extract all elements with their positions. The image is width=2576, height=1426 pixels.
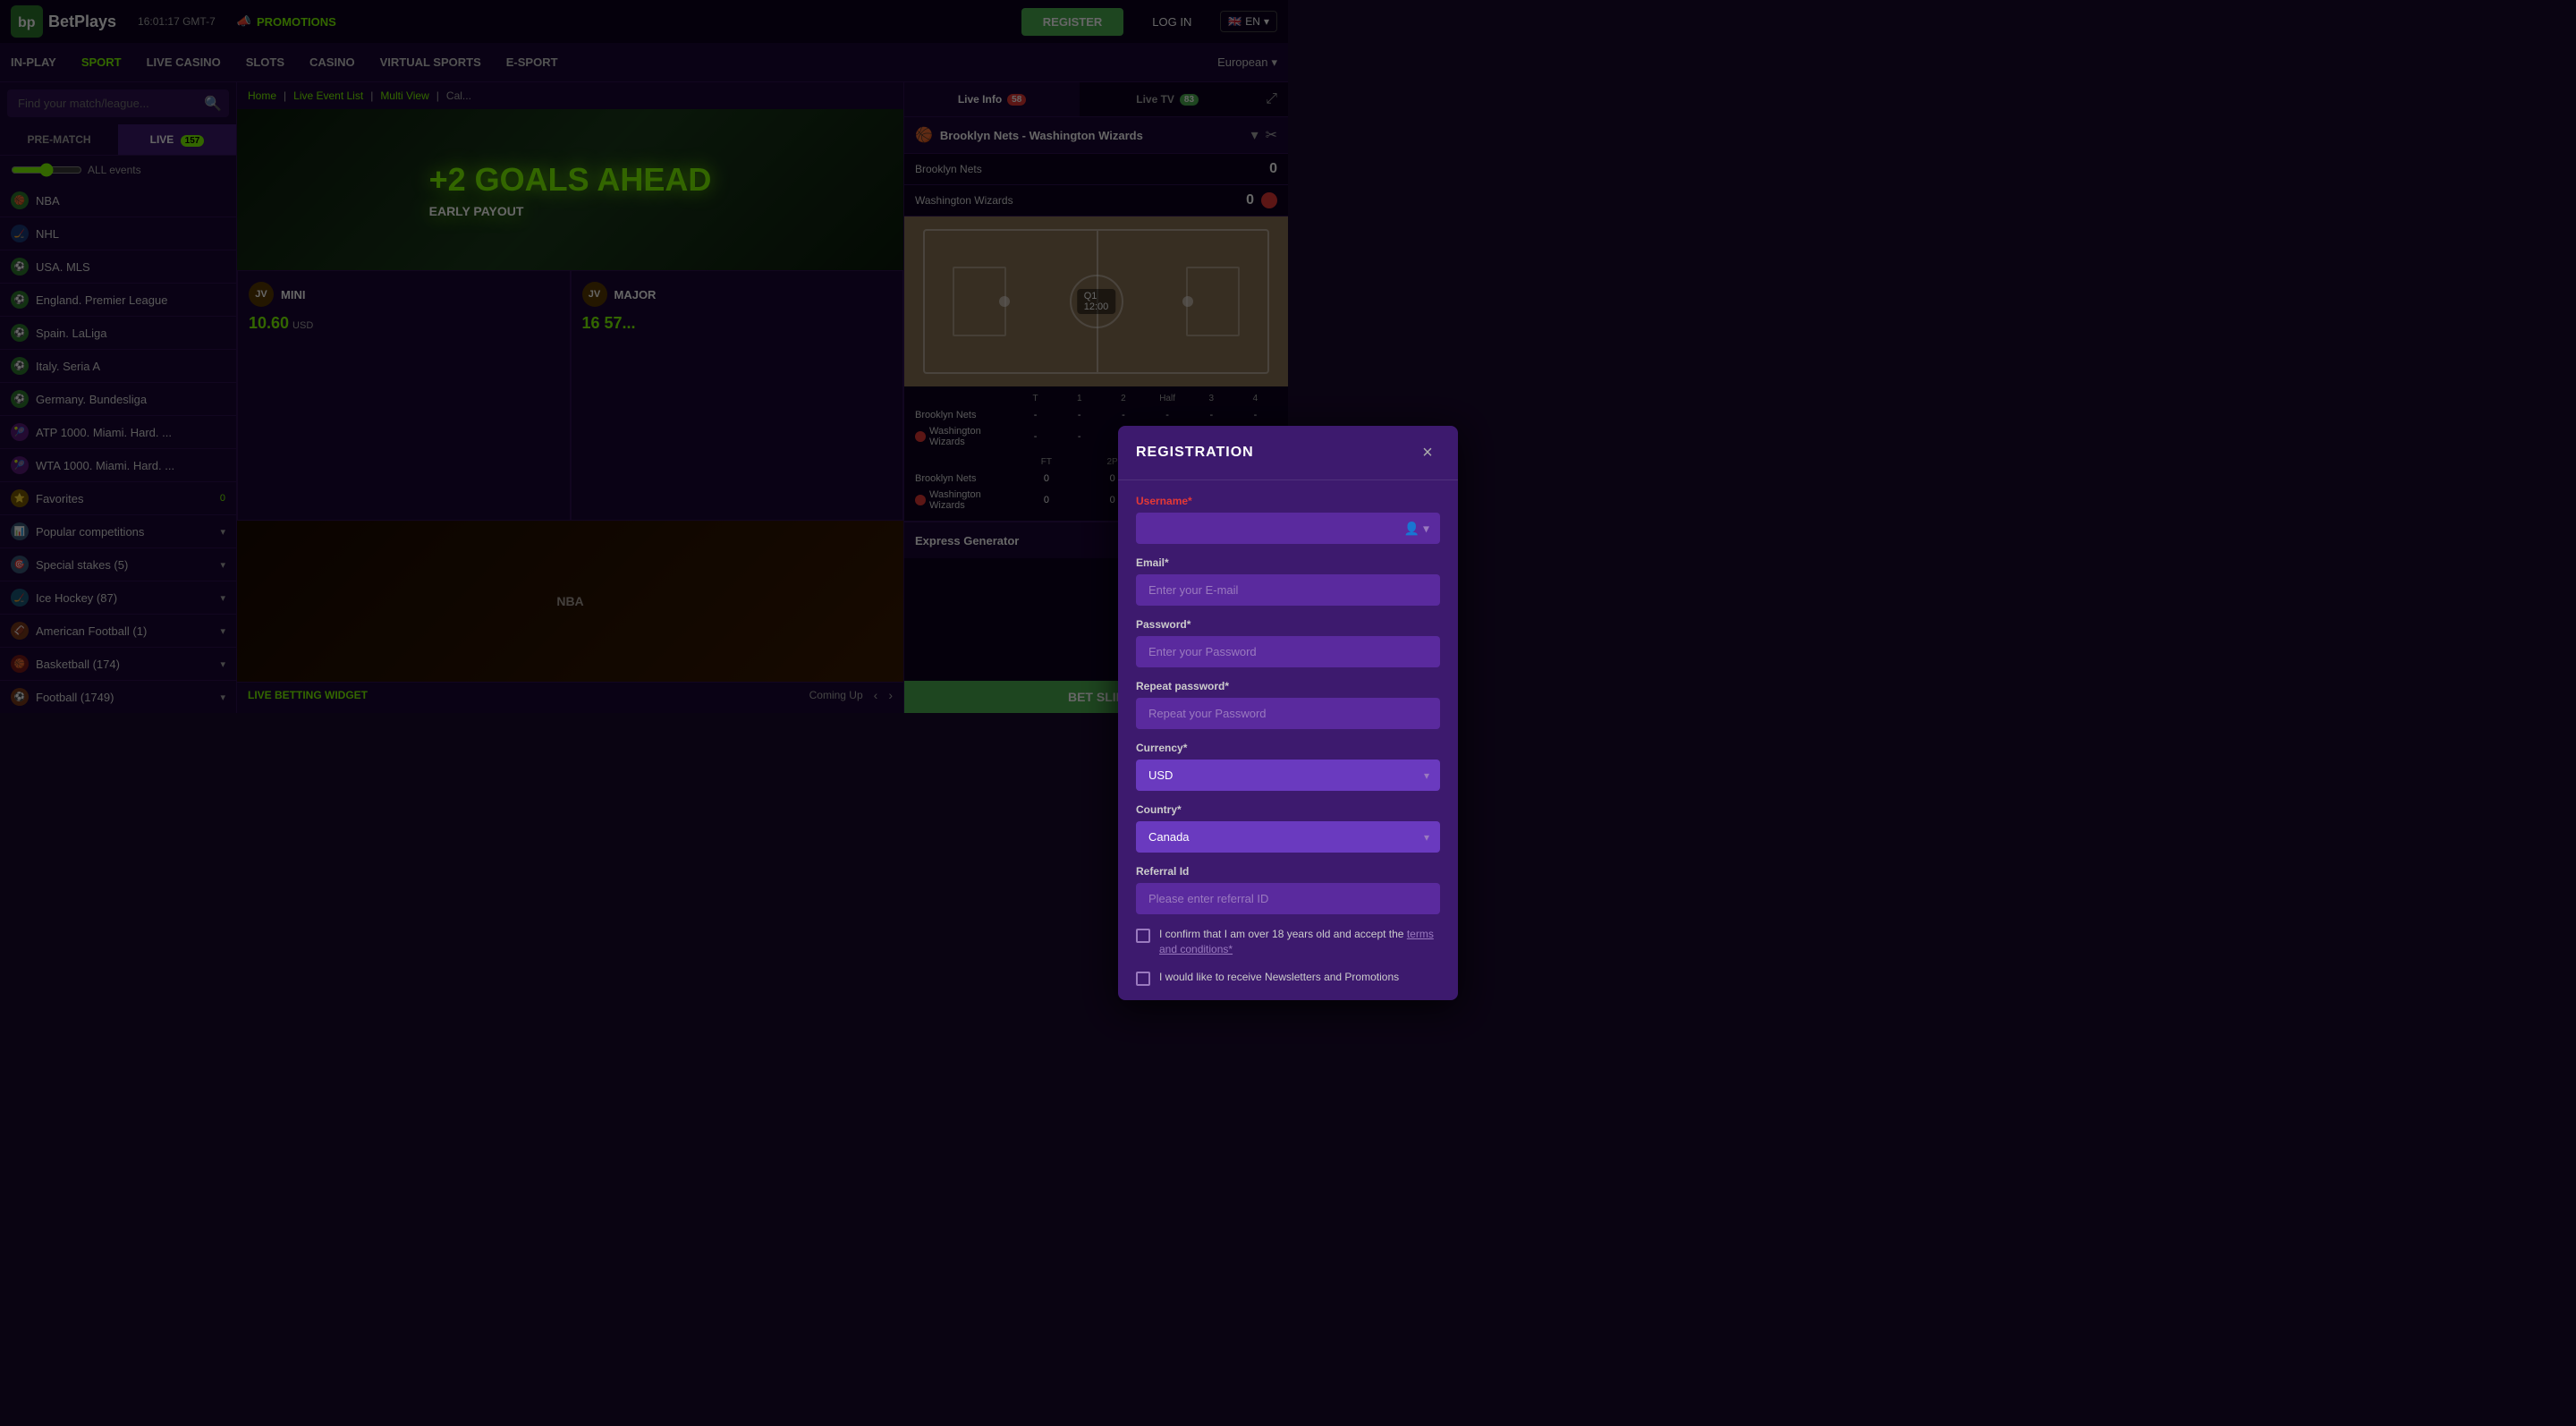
email-label: Email* bbox=[1136, 556, 1440, 569]
country-select-wrapper: Canada USA UK Germany ▾ bbox=[1136, 821, 1440, 853]
password-input[interactable] bbox=[1136, 636, 1440, 667]
currency-select[interactable]: USD EUR GBP CAD bbox=[1136, 760, 1440, 791]
referral-input[interactable] bbox=[1136, 883, 1440, 914]
referral-field-group: Referral Id bbox=[1136, 865, 1440, 914]
username-field-group: Username* 👤 ▾ bbox=[1136, 495, 1440, 544]
repeat-password-input[interactable] bbox=[1136, 698, 1440, 729]
modal-title: REGISTRATION bbox=[1136, 445, 1415, 461]
user-icon: 👤 ▾ bbox=[1404, 521, 1429, 536]
username-input[interactable] bbox=[1136, 513, 1440, 544]
modal-close-button[interactable]: × bbox=[1415, 440, 1440, 465]
terms-label: I confirm that I am over 18 years old an… bbox=[1159, 927, 1440, 957]
referral-label: Referral Id bbox=[1136, 865, 1440, 878]
registration-modal: REGISTRATION × Username* 👤 ▾ Email* bbox=[1118, 426, 1458, 1000]
newsletter-checkbox[interactable] bbox=[1136, 972, 1150, 986]
email-field-group: Email* bbox=[1136, 556, 1440, 606]
repeat-password-field-group: Repeat password* bbox=[1136, 680, 1440, 729]
terms-checkbox[interactable] bbox=[1136, 929, 1150, 943]
password-label: Password* bbox=[1136, 618, 1440, 631]
username-input-wrapper: 👤 ▾ bbox=[1136, 513, 1440, 544]
modal-body: Username* 👤 ▾ Email* Password* Repeat pa… bbox=[1118, 480, 1458, 1000]
newsletter-label: I would like to receive Newsletters and … bbox=[1159, 970, 1399, 985]
terms-checkbox-row: I confirm that I am over 18 years old an… bbox=[1136, 927, 1440, 957]
country-label: Country* bbox=[1136, 803, 1440, 816]
country-select[interactable]: Canada USA UK Germany bbox=[1136, 821, 1440, 853]
country-field-group: Country* Canada USA UK Germany ▾ bbox=[1136, 803, 1440, 853]
email-input[interactable] bbox=[1136, 574, 1440, 606]
terms-link[interactable]: terms and conditions* bbox=[1159, 928, 1434, 955]
currency-field-group: Currency* USD EUR GBP CAD ▾ bbox=[1136, 742, 1440, 791]
newsletter-checkbox-row: I would like to receive Newsletters and … bbox=[1136, 970, 1440, 986]
currency-label: Currency* bbox=[1136, 742, 1440, 754]
username-label: Username* bbox=[1136, 495, 1440, 507]
repeat-password-label: Repeat password* bbox=[1136, 680, 1440, 692]
currency-select-wrapper: USD EUR GBP CAD ▾ bbox=[1136, 760, 1440, 791]
modal-overlay: REGISTRATION × Username* 👤 ▾ Email* bbox=[0, 0, 2576, 1426]
password-field-group: Password* bbox=[1136, 618, 1440, 667]
modal-header: REGISTRATION × bbox=[1118, 426, 1458, 480]
